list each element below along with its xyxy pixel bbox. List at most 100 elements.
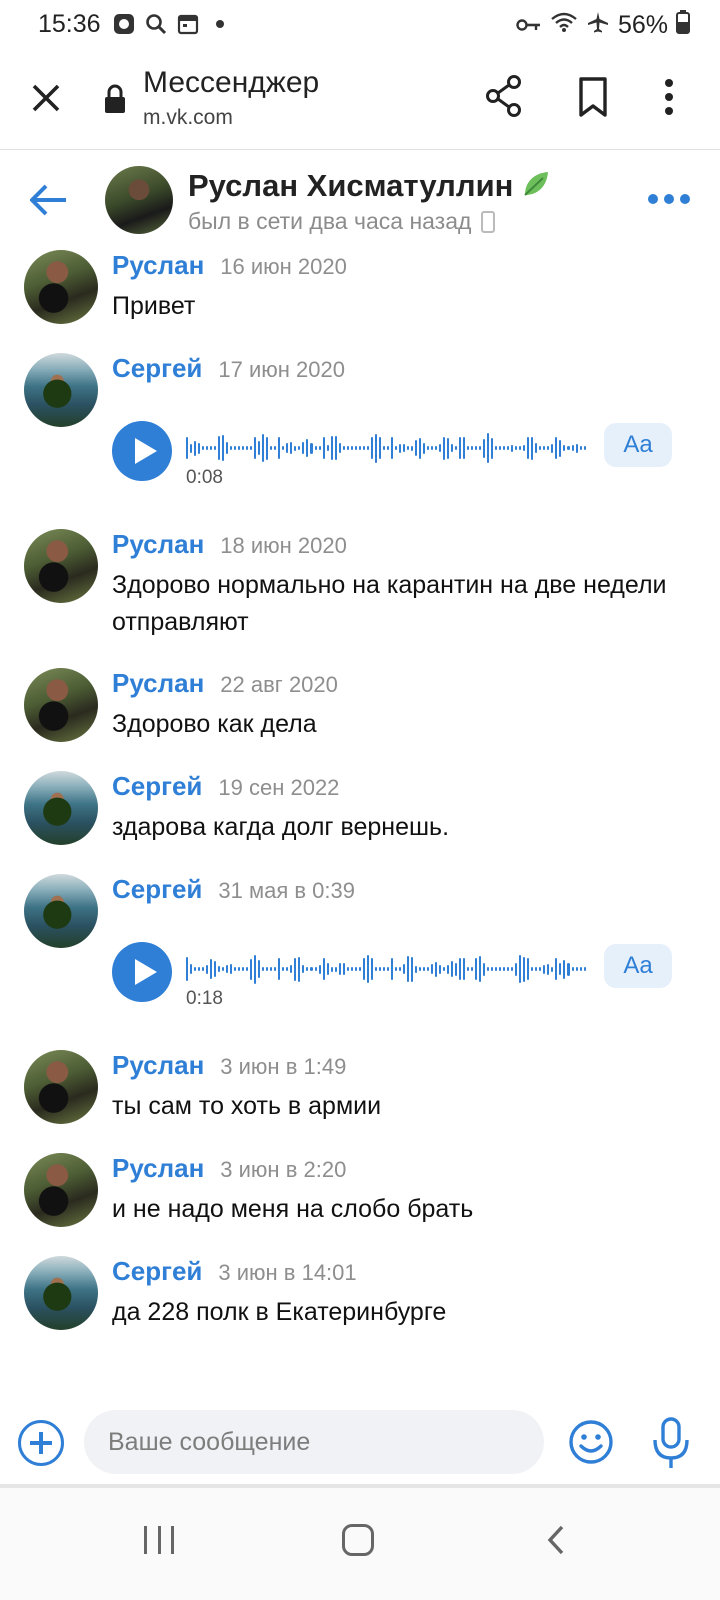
waveform-bar	[322, 437, 325, 459]
waveform[interactable]	[186, 431, 586, 465]
message-date: 17 июн 2020	[218, 357, 345, 382]
emoji-icon[interactable]	[567, 1418, 615, 1466]
attach-plus-icon[interactable]	[18, 1420, 64, 1466]
chat-header: Руслан Хисматуллин был в сети два часа н…	[0, 150, 720, 242]
waveform-bar	[270, 967, 273, 971]
waveform-bar	[298, 446, 301, 450]
share-icon[interactable]	[484, 74, 524, 118]
waveform-bar	[274, 446, 277, 450]
home-icon[interactable]	[342, 1524, 374, 1556]
waveform-bar	[555, 958, 558, 980]
avatar[interactable]	[24, 1050, 98, 1124]
waveform-bar	[330, 436, 333, 460]
message-author[interactable]: Руслан	[112, 529, 204, 560]
waveform-bar	[262, 434, 265, 462]
message-text: Здорово как дела	[112, 710, 317, 738]
message-author[interactable]: Руслан	[112, 668, 204, 699]
waveform-bar	[547, 446, 550, 450]
waveform-bar	[471, 967, 474, 971]
waveform-bar	[503, 967, 506, 971]
microphone-icon[interactable]	[651, 1416, 691, 1470]
waveform-bar	[499, 446, 502, 450]
message-author[interactable]: Руслан	[112, 250, 204, 281]
waveform-bar	[306, 439, 309, 457]
message-author[interactable]: Руслан	[112, 1153, 204, 1184]
waveform-bar	[422, 442, 425, 454]
waveform-bar	[579, 967, 582, 971]
waveform-bar	[531, 436, 534, 460]
message-text: и не надо меня на слобо брать	[112, 1195, 474, 1223]
overflow-menu-icon[interactable]	[662, 76, 676, 118]
avatar[interactable]	[24, 668, 98, 742]
waveform[interactable]	[186, 952, 586, 986]
waveform-bar	[294, 445, 297, 451]
waveform-bar	[278, 958, 281, 980]
waveform-bar	[286, 443, 289, 453]
waveform-bar	[475, 958, 478, 980]
waveform-bar	[479, 446, 482, 450]
waveform-bar	[186, 437, 189, 459]
waveform-bar	[290, 442, 293, 454]
avatar[interactable]	[24, 1256, 98, 1330]
close-icon[interactable]	[26, 78, 66, 118]
waveform-bar	[414, 965, 417, 973]
waveform-bar	[463, 437, 466, 459]
bookmark-icon[interactable]	[576, 76, 610, 118]
message-author[interactable]: Сергей	[112, 771, 202, 802]
message-date: 19 сен 2022	[218, 775, 340, 800]
avatar[interactable]	[24, 1153, 98, 1227]
waveform-bar	[378, 967, 381, 971]
avatar[interactable]	[24, 771, 98, 845]
waveform-bar	[374, 967, 377, 971]
waveform-bar	[318, 446, 321, 450]
waveform-bar	[459, 437, 462, 459]
chat-title[interactable]: Руслан Хисматуллин	[188, 168, 551, 207]
message-author[interactable]: Сергей	[112, 1256, 202, 1287]
message-date: 3 июн в 1:49	[220, 1054, 347, 1079]
message-author[interactable]: Сергей	[112, 874, 202, 905]
message-author[interactable]: Руслан	[112, 1050, 204, 1081]
transcribe-button[interactable]: Aa	[604, 944, 672, 988]
chat-avatar[interactable]	[105, 166, 173, 234]
waveform-bar	[298, 956, 301, 982]
waveform-bar	[334, 966, 337, 972]
waveform-bar	[186, 957, 189, 981]
transcribe-button[interactable]: Aa	[604, 423, 672, 467]
more-options-icon[interactable]	[648, 194, 690, 204]
voice-duration: 0:08	[186, 467, 223, 488]
waveform-bar	[414, 440, 417, 456]
waveform-bar	[451, 444, 454, 452]
message-input[interactable]	[84, 1410, 544, 1474]
avatar[interactable]	[24, 529, 98, 603]
page-url[interactable]: m.vk.com	[143, 106, 233, 130]
leaf-icon	[521, 169, 551, 207]
nav-back-icon[interactable]	[544, 1524, 568, 1556]
waveform-bar	[242, 446, 245, 450]
recent-apps-icon[interactable]	[144, 1526, 174, 1554]
back-arrow-icon[interactable]	[26, 180, 72, 220]
avatar[interactable]	[24, 250, 98, 324]
waveform-bar	[246, 967, 249, 971]
waveform-bar	[370, 958, 373, 980]
message-date: 31 мая в 0:39	[218, 878, 355, 903]
waveform-bar	[430, 964, 433, 974]
waveform-bar	[451, 961, 454, 977]
waveform-bar	[214, 446, 217, 450]
message-text: да 228 полк в Екатеринбурге	[112, 1298, 447, 1326]
waveform-bar	[314, 967, 317, 971]
avatar[interactable]	[24, 874, 98, 948]
play-button[interactable]	[112, 421, 172, 481]
waveform-bar	[543, 964, 546, 974]
waveform-bar	[222, 967, 225, 971]
waveform-bar	[455, 446, 458, 450]
waveform-bar	[491, 967, 494, 971]
message-author[interactable]: Сергей	[112, 353, 202, 384]
waveform-bar	[467, 967, 470, 971]
waveform-bar	[463, 958, 466, 980]
waveform-bar	[551, 443, 554, 453]
message-text: здарова кагда долг вернешь.	[112, 813, 450, 841]
avatar[interactable]	[24, 353, 98, 427]
waveform-bar	[551, 966, 554, 972]
play-button[interactable]	[112, 942, 172, 1002]
waveform-bar	[503, 446, 506, 450]
